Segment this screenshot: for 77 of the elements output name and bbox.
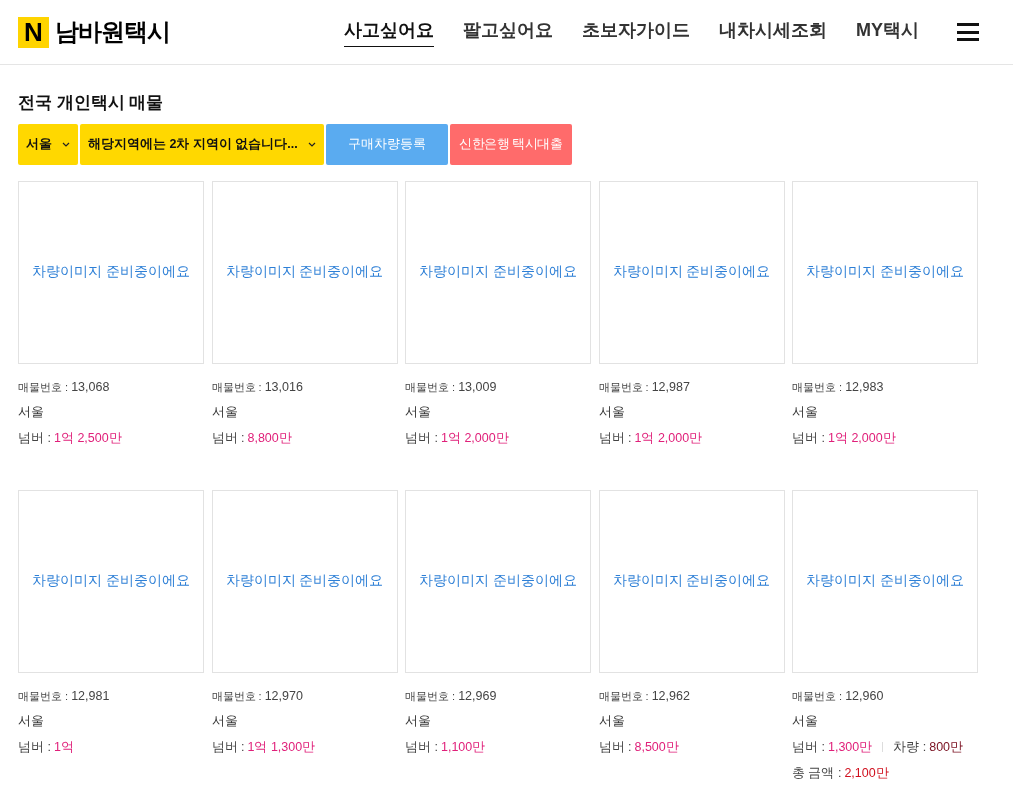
price-value: 1억 2,000만 [827,430,896,447]
price-value: 2,100만 [844,764,889,782]
placeholder-text: 차량이미지 준비중이에요 [612,571,771,590]
placeholder-text: 차량이미지 준비중이에요 [225,262,384,281]
price-label: 넘버 : [18,739,51,756]
listing-number-label: 매물번호 : [405,688,456,704]
placeholder-text: 차량이미지 준비중이에요 [419,262,577,281]
listing-region: 서울 [18,404,45,422]
price-value: 1,100만 [440,739,486,756]
menu-icon[interactable] [957,23,979,41]
listing-region: 서울 [211,713,239,731]
site-logo[interactable]: 남바원택시 [55,14,170,50]
placeholder-text: 차량이미지 준비중이에요 [32,571,190,590]
listing-number: 13,068 [71,378,110,396]
price-label: 넘버 : [792,739,825,756]
listing-region: 서울 [598,713,626,731]
price-label: 넘버 : [18,430,51,447]
price-value: 1억 2,000만 [440,430,509,447]
price-label: 넘버 : [211,739,245,756]
nav-tab[interactable]: 초보자가이드 [582,17,690,47]
price-label: 넘버 : [405,739,438,756]
listing-number-label: 매물번호 : [211,379,262,395]
price-label: 넘버 : [211,430,245,447]
listing-number-label: 매물번호 : [598,688,649,704]
listing-number: 12,987 [651,378,690,396]
price-label: 넘버 : [598,430,632,447]
listing-number: 12,983 [845,378,884,396]
listing-number: 12,981 [71,687,110,705]
listing-number-label: 매물번호 : [18,379,69,395]
listing-number: 12,970 [264,687,303,705]
listing-number-label: 매물번호 : [792,688,843,704]
listing-number: 13,009 [458,378,497,396]
listing-region: 서울 [211,404,239,422]
nav-tab[interactable]: 내차시세조회 [719,17,827,47]
dropdown[interactable]: 서울 [18,123,78,165]
chevron-down-icon [62,141,70,147]
price-value: 1,300만 [827,739,873,756]
price-value: 1억 2,000만 [634,430,703,447]
placeholder-text: 차량이미지 준비중이에요 [612,262,771,281]
listing-number-label: 매물번호 : [405,379,456,395]
price-value: 1억 1,300만 [247,739,316,756]
listing-region: 서울 [792,404,819,422]
section-title: 전국 개인택시 매물 [18,92,165,114]
price-value: 8,500만 [634,739,679,756]
placeholder-text: 차량이미지 준비중이에요 [32,262,190,281]
nav-tab[interactable]: MY택시 [856,17,919,47]
listing-number: 12,962 [651,687,690,705]
listing-region: 서울 [598,404,626,422]
nav-tab[interactable]: 팔고싶어요 [463,17,553,47]
price-label: 넘버 : [405,430,438,447]
price-value: 1억 2,500만 [53,430,122,447]
listing-number-label: 매물번호 : [211,688,262,704]
nav-tab[interactable]: 사고싶어요 [344,17,434,47]
listing-number-label: 매물번호 : [598,379,649,395]
listing-region: 서울 [405,404,432,422]
price-label: 넘버 : [792,430,825,447]
price-value: 8,800만 [247,430,292,447]
listing-region: 서울 [18,713,45,731]
listing-number: 12,960 [845,687,884,705]
placeholder-text: 차량이미지 준비중이에요 [225,571,384,590]
logo-icon: N [18,16,49,48]
listing-number-label: 매물번호 : [18,688,69,704]
price-value: 800만 [929,739,964,756]
dropdown[interactable]: 해당지역에는 2차 지역이 없습니다... [80,123,324,165]
listing-number: 12,969 [458,687,497,705]
price-label: 넘버 : [598,739,632,756]
price-label: 총 금액 : [792,764,842,782]
listing-region: 서울 [792,713,819,731]
placeholder-text: 차량이미지 준비중이에요 [806,571,964,590]
listing-number-label: 매물번호 : [792,379,843,395]
chevron-down-icon [307,141,316,147]
placeholder-text: 차량이미지 준비중이에요 [806,262,964,281]
placeholder-text: 차량이미지 준비중이에요 [419,571,577,590]
price-label: 차량 : [893,739,927,756]
price-value: 1억 [53,739,74,756]
listing-region: 서울 [405,713,432,731]
listing-number: 13,016 [264,378,303,396]
